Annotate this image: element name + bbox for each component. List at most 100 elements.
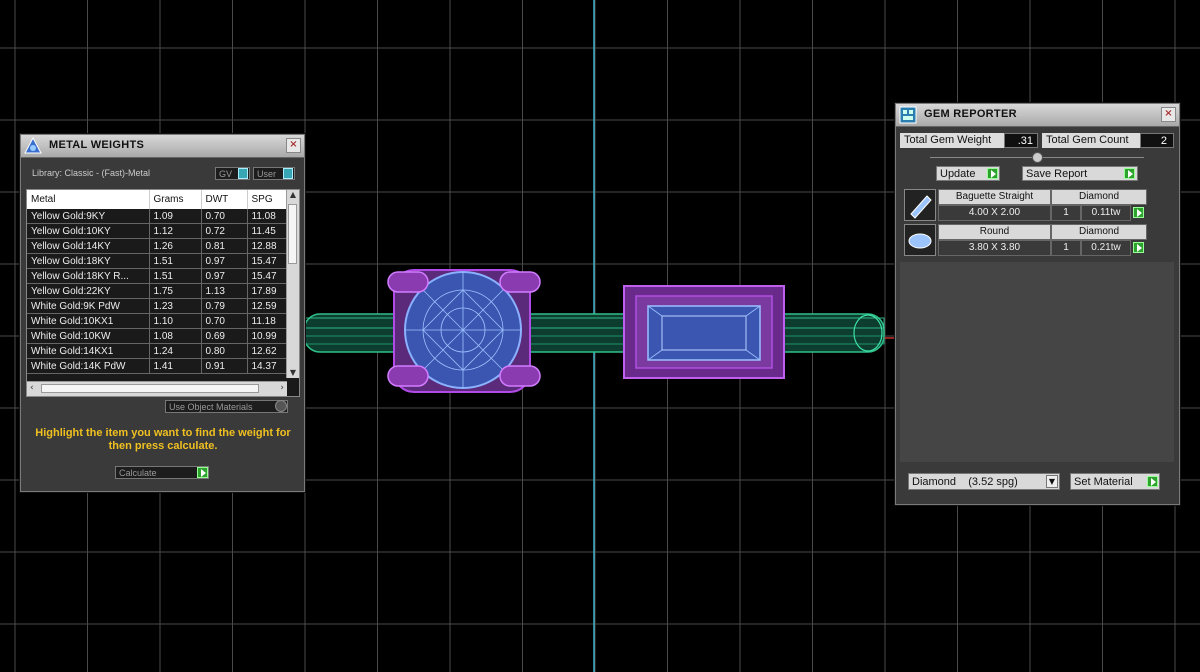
gem-material: Diamond xyxy=(1051,189,1147,205)
grams-cell: 1.51 xyxy=(149,268,202,284)
metal-name-cell: Yellow Gold:9KY xyxy=(27,209,150,224)
metal-table-vscrollbar[interactable]: ▲ ▼ xyxy=(286,190,299,378)
grams-cell: 1.24 xyxy=(149,343,202,359)
set-material-go-icon[interactable] xyxy=(1147,476,1158,487)
gem-reporter-panel: GEM REPORTER × Total Gem Weight .31 Tota… xyxy=(895,103,1180,505)
gem-row[interactable]: Baguette Straight Diamond 4.00 X 2.00 1 … xyxy=(904,189,1148,221)
metal-name-cell: Yellow Gold:14KY xyxy=(27,238,150,254)
splitter-handle-icon[interactable] xyxy=(1032,152,1043,163)
grams-cell: 1.23 xyxy=(149,298,202,314)
metal-name-cell: White Gold:14KX1 xyxy=(27,343,150,359)
set-material-label: Set Material xyxy=(1074,476,1133,488)
grams-cell: 1.12 xyxy=(149,223,202,239)
gem-reporter-titlebar[interactable]: GEM REPORTER × xyxy=(896,104,1179,127)
gem-shape: Round xyxy=(938,224,1051,240)
update-go-icon[interactable] xyxy=(987,168,998,179)
update-label: Update xyxy=(940,168,976,180)
scroll-up-icon[interactable]: ▲ xyxy=(287,190,299,199)
dwt-cell: 0.97 xyxy=(201,268,248,284)
use-object-materials-toggle-icon[interactable] xyxy=(275,400,287,412)
material-select[interactable]: Diamond (3.52 spg) xyxy=(908,473,1060,490)
baguette-setting[interactable] xyxy=(623,285,785,379)
ring-band[interactable] xyxy=(303,313,885,353)
gem-go-icon[interactable] xyxy=(1133,207,1144,218)
gem-count: 1 xyxy=(1051,205,1081,221)
metal-table-row[interactable]: White Gold:10KX1 1.10 0.70 11.18 xyxy=(27,313,299,329)
metal-name-cell: Yellow Gold:10KY xyxy=(27,223,150,239)
metal-name-cell: White Gold:10KX1 xyxy=(27,313,150,329)
gem-weight: 0.21tw xyxy=(1081,240,1131,256)
metal-table-row[interactable]: Yellow Gold:10KY 1.12 0.72 11.45 xyxy=(27,223,299,239)
metal-table-row[interactable]: White Gold:9K PdW 1.23 0.79 12.59 xyxy=(27,298,299,314)
grams-cell: 1.26 xyxy=(149,238,202,254)
grams-cell: 1.09 xyxy=(149,209,202,224)
total-gem-weight-value: .31 xyxy=(1004,133,1038,148)
use-object-materials-dropdown[interactable]: Use Object Materials xyxy=(165,400,288,413)
material-select-chevron-down-icon[interactable]: ▼ xyxy=(1046,475,1058,488)
scroll-left-icon[interactable]: ‹ xyxy=(30,383,34,393)
gem-material: Diamond xyxy=(1051,224,1147,240)
metal-weights-titlebar[interactable]: METAL WEIGHTS × xyxy=(21,135,304,158)
metal-table-row[interactable]: White Gold:14K PdW 1.41 0.91 14.37 xyxy=(27,358,299,374)
total-gem-weight-label: Total Gem Weight xyxy=(900,133,1004,148)
metal-table: Metal Grams DWT SPG Yellow Gold:9KY 1.09 0… xyxy=(27,190,299,374)
metal-table-header: Metal Grams DWT SPG xyxy=(27,190,299,209)
grams-cell: 1.10 xyxy=(149,313,202,329)
save-report-go-icon[interactable] xyxy=(1124,168,1135,179)
gem-list-area xyxy=(900,262,1174,462)
vscroll-thumb[interactable] xyxy=(288,204,297,264)
scroll-right-icon[interactable]: › xyxy=(280,383,284,393)
col-header-grams[interactable]: Grams xyxy=(149,190,202,209)
dwt-cell: 0.70 xyxy=(201,209,248,224)
dwt-cell: 0.80 xyxy=(201,343,248,359)
metal-table-row[interactable]: Yellow Gold:14KY 1.26 0.81 12.88 xyxy=(27,238,299,254)
dwt-cell: 0.72 xyxy=(201,223,248,239)
metal-table-row[interactable]: Yellow Gold:18KY 1.51 0.97 15.47 xyxy=(27,253,299,269)
gem-shape: Baguette Straight xyxy=(938,189,1051,205)
metal-weights-close-icon[interactable]: × xyxy=(286,138,301,153)
hint-text: Highlight the item you want to find the … xyxy=(35,427,291,452)
gv-info-button[interactable] xyxy=(238,168,248,179)
metal-name-cell: Yellow Gold:22KY xyxy=(27,283,150,299)
scroll-down-icon[interactable]: ▼ xyxy=(287,368,299,377)
gem-reporter-app-icon xyxy=(899,106,917,124)
gem-go-icon[interactable] xyxy=(1133,242,1144,253)
dwt-cell: 0.79 xyxy=(201,298,248,314)
grams-cell: 1.51 xyxy=(149,253,202,269)
metal-table-hscrollbar[interactable]: ‹ › xyxy=(27,381,287,396)
user-label: User xyxy=(257,169,277,179)
calculate-label: Calculate xyxy=(119,468,157,478)
round-gem-icon xyxy=(904,224,936,256)
total-gem-count-label: Total Gem Count xyxy=(1042,133,1140,148)
gem-size: 4.00 X 2.00 xyxy=(938,205,1051,221)
metal-name-cell: White Gold:9K PdW xyxy=(27,298,150,314)
gem-reporter-close-icon[interactable]: × xyxy=(1161,107,1176,122)
col-header-dwt[interactable]: DWT xyxy=(201,190,248,209)
metal-table-row[interactable]: Yellow Gold:18KY R... 1.51 0.97 15.47 xyxy=(27,268,299,284)
gem-row[interactable]: Round Diamond 3.80 X 3.80 1 0.21tw xyxy=(904,224,1148,256)
metal-table-row[interactable]: Yellow Gold:9KY 1.09 0.70 11.08 xyxy=(27,209,299,224)
hscroll-thumb[interactable] xyxy=(41,384,259,393)
metal-table-row[interactable]: White Gold:10KW 1.08 0.69 10.99 xyxy=(27,328,299,344)
user-info-button[interactable] xyxy=(283,168,293,179)
col-header-metal[interactable]: Metal xyxy=(27,190,150,209)
use-object-materials-label: Use Object Materials xyxy=(169,402,253,412)
gem-size: 3.80 X 3.80 xyxy=(938,240,1051,256)
grams-cell: 1.08 xyxy=(149,328,202,344)
metal-name-cell: Yellow Gold:18KY R... xyxy=(27,268,150,284)
calculate-go-button[interactable] xyxy=(197,467,208,478)
dwt-cell: 0.70 xyxy=(201,313,248,329)
library-label: Library: Classic - (Fast)-Metal xyxy=(32,168,151,178)
gem-weight: 0.11tw xyxy=(1081,205,1131,221)
metal-name-cell: White Gold:10KW xyxy=(27,328,150,344)
metal-table-row[interactable]: White Gold:14KX1 1.24 0.80 12.62 xyxy=(27,343,299,359)
calculate-dropdown[interactable]: Calculate xyxy=(115,466,209,479)
metal-table-row[interactable]: Yellow Gold:22KY 1.75 1.13 17.89 xyxy=(27,283,299,299)
grams-cell: 1.41 xyxy=(149,358,202,374)
grams-cell: 1.75 xyxy=(149,283,202,299)
round-setting[interactable] xyxy=(387,269,541,393)
save-report-button[interactable]: Save Report xyxy=(1022,166,1138,181)
gv-label: GV xyxy=(219,169,233,179)
metal-name-cell: Yellow Gold:18KY xyxy=(27,253,150,269)
dwt-cell: 0.81 xyxy=(201,238,248,254)
